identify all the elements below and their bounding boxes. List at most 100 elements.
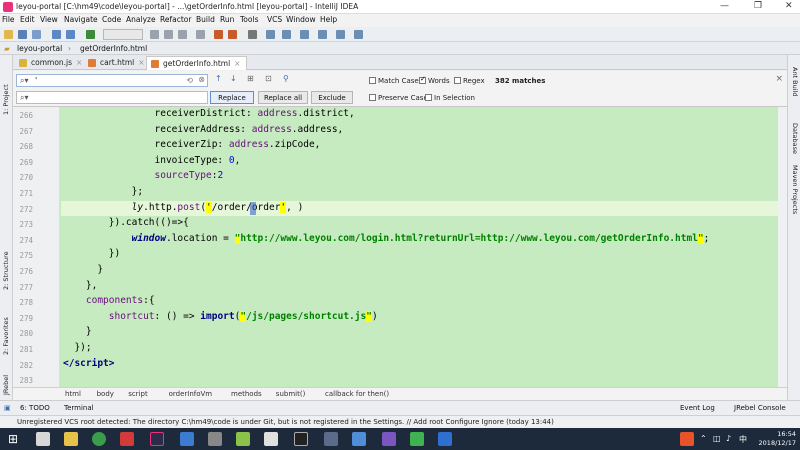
code-line[interactable]: } [63,264,103,279]
filter-icon[interactable]: ⚲ [283,74,289,83]
jrebel-debug-icon[interactable] [228,30,237,39]
close-find-icon[interactable]: × [775,74,783,84]
git-update-icon[interactable] [248,30,257,39]
tray-icon[interactable]: ⌃ [700,434,707,443]
jrebel-run-icon[interactable] [214,30,223,39]
tool-database[interactable]: Database [791,123,799,154]
tool-maven-projects[interactable]: Maven Projects [791,165,799,214]
app-icon[interactable] [120,432,134,446]
nav-file[interactable]: getOrderInfo.html [80,44,147,53]
menu-run[interactable]: Run [220,15,234,24]
code-line[interactable]: }).catch(()=>{ [63,217,189,232]
in-selection-checkbox[interactable]: In Selection [425,94,475,102]
code-line[interactable]: receiverDistrict: address.district, [63,108,355,123]
menu-window[interactable]: Window [286,15,316,24]
tool-ant-build[interactable]: Ant Build [791,67,799,97]
help-icon[interactable] [354,30,363,39]
database-icon[interactable] [336,30,345,39]
app-icon[interactable] [236,432,250,446]
ime-icon[interactable] [680,432,694,446]
file-explorer-icon[interactable] [64,432,78,446]
code-line[interactable]: window.location = "http://www.leyou.com/… [63,232,709,248]
stop-icon[interactable] [196,30,205,39]
app-icon[interactable] [438,432,452,446]
app-icon[interactable] [382,432,396,446]
app-icon[interactable] [324,432,338,446]
menu-help[interactable]: Help [320,15,337,24]
match-case-checkbox[interactable]: Match Case [369,77,419,85]
code-line[interactable]: sourceType:2 [63,170,224,185]
nav-project[interactable]: leyou-portal [17,44,62,53]
breadcrumb-item[interactable]: script [128,390,148,398]
sync-icon[interactable] [32,30,41,39]
code-line[interactable]: }; [63,186,143,201]
replace-button[interactable]: Replace [210,91,254,104]
previous-occurrence-icon[interactable]: ↑ [215,74,222,83]
menu-edit[interactable]: Edit [20,15,35,24]
tab-common-js[interactable]: common.js × [15,56,88,70]
words-checkbox[interactable]: Words [419,75,450,85]
code-line[interactable]: </script> [63,358,114,373]
sdk-icon[interactable] [300,30,309,39]
menu-tools[interactable]: Tools [240,15,258,24]
menu-file[interactable]: File [2,15,15,24]
coverage-icon[interactable] [178,30,187,39]
terminal-icon[interactable] [294,432,308,446]
tool-terminal[interactable]: Terminal [64,404,94,412]
code-line[interactable]: }, [63,280,97,295]
breadcrumb-item[interactable]: html [65,390,81,398]
history-icon[interactable]: ⟲ [186,76,193,85]
open-folder-icon[interactable] [4,30,13,39]
start-button-icon[interactable]: ⊞ [6,432,20,446]
task-view-icon[interactable] [36,432,50,446]
tool-favorites[interactable]: 2: Favorites [2,317,10,355]
search-everywhere-icon[interactable] [318,30,327,39]
menu-build[interactable]: Build [196,15,215,24]
code-line[interactable]: components:{ [63,295,155,310]
code-line[interactable]: shortcut: () => import("/js/pages/shortc… [63,310,378,326]
code-line[interactable]: }) [63,248,120,263]
close-tab-icon[interactable]: × [234,59,240,68]
app-icon[interactable] [410,432,424,446]
tool-event-log[interactable]: Event Log [680,404,715,412]
tool-structure[interactable]: 2: Structure [2,251,10,290]
tab-cart-html[interactable]: cart.html × [84,56,151,70]
tool-jrebel[interactable]: JRebel [2,375,10,395]
app-icon[interactable] [208,432,222,446]
chrome-icon[interactable] [92,432,106,446]
clear-search-icon[interactable]: ⊗ [198,75,205,84]
next-occurrence-icon[interactable]: ↓ [230,74,237,83]
search-field[interactable]: ⌕▾ ' ⟲ ⊗ [16,74,208,87]
debug-icon[interactable] [164,30,173,39]
find-all-icon[interactable]: ⊞ [247,74,254,83]
run-icon[interactable] [150,30,159,39]
regex-checkbox[interactable]: Regex [454,77,485,85]
menu-vcs[interactable]: VCS [267,15,282,24]
close-icon[interactable]: ✕ [785,1,793,11]
code-line[interactable]: ly.http.post('/order/order', ) [63,201,303,217]
build-icon[interactable] [86,30,95,39]
replace-field[interactable]: ⌕▾ [16,91,208,104]
breadcrumb-item[interactable]: body [97,390,114,398]
tool-todo[interactable]: 6: TODO [20,404,50,412]
menu-refactor[interactable]: Refactor [160,15,191,24]
breadcrumb-item[interactable]: callback for then() [325,390,389,398]
code-line[interactable]: }); [63,342,91,357]
code-line[interactable]: invoiceType: 0, [63,155,241,170]
app-icon[interactable] [352,432,366,446]
breadcrumb-item[interactable]: submit() [276,390,306,398]
project-structure-icon[interactable] [282,30,291,39]
code-line[interactable]: } [63,326,92,341]
intellij-icon[interactable] [150,432,164,446]
search-input[interactable]: ' [35,76,37,85]
code-line[interactable]: receiverAddress: address.address, [63,124,344,139]
volume-icon[interactable]: ♪ [726,434,731,443]
menu-navigate[interactable]: Navigate [64,15,98,24]
network-icon[interactable]: ◫ [713,434,721,443]
tab-getorderinfo-html[interactable]: getOrderInfo.html × [146,56,248,70]
save-icon[interactable] [18,30,27,39]
back-icon[interactable] [52,30,61,39]
maximize-icon[interactable]: ❐ [754,1,762,11]
exclude-button[interactable]: Exclude [311,91,353,104]
preserve-case-checkbox[interactable]: Preserve Case [369,94,428,102]
